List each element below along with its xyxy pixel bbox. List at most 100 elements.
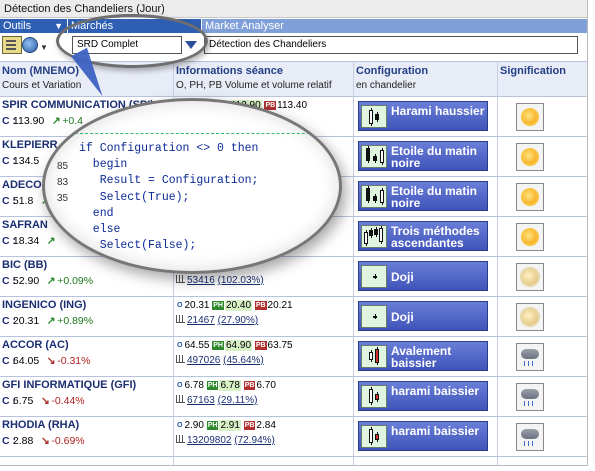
col-header-name[interactable]: Nom (MNEMO) Cours et Variation	[2, 65, 81, 91]
candle-body	[369, 352, 373, 360]
stock-name[interactable]: RHODIA (RHA)	[2, 419, 172, 431]
stock-name[interactable]: ACCOR (AC)	[2, 339, 172, 351]
table-row[interactable]: GFI INFORMATIQUE (GFI) C : 6.75 ↘ -0.44% O 6.…	[0, 377, 587, 417]
table-row[interactable]: INGENICO (ING) C : 20.31 ↗ +0.89% O 20.31 PH 2…	[0, 297, 587, 337]
signal-cell[interactable]	[516, 263, 544, 291]
volume-line: 13209802 (72.94%)	[176, 435, 352, 446]
signal-cell[interactable]	[516, 223, 544, 251]
high-value: 20.40	[225, 300, 253, 311]
open-value: 6.78	[184, 380, 204, 391]
sun-icon	[523, 110, 537, 124]
main-window: Détection des Chandeliers (Jour) Outils …	[0, 0, 588, 466]
clipped-value: 35	[57, 193, 69, 204]
candle-body	[375, 394, 379, 400]
volume-icon	[176, 395, 185, 403]
col-config-title: Configuration	[356, 65, 429, 77]
candle-pattern-badge[interactable]: Etoile du matin noire	[358, 141, 488, 171]
volume-line: 497026 (45.64%)	[176, 355, 352, 366]
candle-pattern-badge[interactable]: Doji	[358, 301, 488, 331]
analyser-field[interactable]: Détection des Chandeliers	[204, 36, 578, 54]
session-info: O 64.55 PH 64.90 PB 63.75 497026 (45.64%)	[176, 340, 352, 366]
stock-name[interactable]: GFI INFORMATIQUE (GFI)	[2, 379, 172, 391]
volume-relative[interactable]: (102.03%)	[218, 275, 264, 286]
stock-cell[interactable]: ACCOR (AC) C : 64.05 ↘ -0.31%	[2, 339, 172, 367]
signal-cell[interactable]	[516, 423, 544, 451]
signal-cell[interactable]	[516, 183, 544, 211]
volume-value[interactable]: 497026	[187, 355, 220, 366]
low-tag: PB	[254, 341, 267, 350]
window-title: Détection des Chandeliers (Jour)	[0, 0, 587, 18]
candle-body	[375, 114, 379, 120]
table-row[interactable]: RHODIA (RHA) C : 2.88 ↘ -0.69% O 2.90 PH 2.91 …	[0, 417, 587, 457]
signal-cell[interactable]	[516, 103, 544, 131]
candlestick-icon	[361, 185, 387, 208]
candle-pattern-badge[interactable]: harami baissier	[358, 381, 488, 411]
candle-pattern-badge[interactable]: Trois méthodes ascendantes	[358, 221, 488, 251]
open-value: 64.55	[184, 340, 210, 351]
close-tag: C :	[2, 115, 16, 127]
candlestick-icon	[361, 305, 387, 328]
volume-relative[interactable]: (45.64%)	[223, 355, 264, 366]
candlestick-icon	[361, 145, 387, 168]
volume-value[interactable]: 21467	[187, 315, 215, 326]
candle-pattern-badge[interactable]: harami baissier	[358, 421, 488, 451]
globe-dropdown-icon[interactable]: ▼	[40, 43, 48, 52]
low-value: 63.75	[267, 340, 293, 351]
pattern-label: Avalement baissier	[391, 344, 452, 370]
volume-relative[interactable]: (27.90%)	[218, 315, 259, 326]
sun-icon	[523, 150, 537, 164]
arrow-up-icon: ↗	[46, 275, 56, 287]
candle-pattern-badge[interactable]: Doji	[358, 261, 488, 291]
globe-icon[interactable]	[22, 37, 38, 53]
stock-name[interactable]: INGENICO (ING)	[2, 299, 172, 311]
signal-cell[interactable]	[516, 343, 544, 371]
variation-value: -0.44%	[51, 395, 85, 407]
low-value: 2.84	[256, 420, 276, 431]
volume-icon	[176, 275, 185, 283]
signal-cell[interactable]	[516, 303, 544, 331]
low-tag: PB	[243, 381, 256, 390]
candle-body	[369, 110, 373, 124]
candle-pattern-badge[interactable]: Avalement baissier	[358, 341, 488, 371]
high-value: 6.78	[219, 380, 241, 391]
table-row[interactable]: BIC (BB)C : 52.90↗+0.09%O PH PB52.855341…	[0, 257, 587, 297]
rain-cloud-icon	[521, 429, 539, 446]
open-tag: O	[177, 422, 183, 429]
variation-value: -0.69%	[51, 435, 85, 447]
stock-cell[interactable]: INGENICO (ING) C : 20.31 ↗ +0.89%	[2, 299, 172, 327]
candle-body	[373, 196, 377, 201]
arrow-up-icon: ↗	[51, 115, 61, 127]
low-value: 20.21	[267, 300, 293, 311]
close-value: 20.31	[12, 315, 40, 327]
stock-cell[interactable]: GFI INFORMATIQUE (GFI) C : 6.75 ↘ -0.44%	[2, 379, 172, 407]
high-value: 2.91	[219, 420, 241, 431]
table-row[interactable]: ACCOR (AC) C : 64.05 ↘ -0.31% O 64.55 PH 64.90…	[0, 337, 587, 377]
outils-menu[interactable]: Outils ▼	[0, 19, 67, 33]
open-tag: O	[177, 302, 183, 309]
book-icon[interactable]	[2, 36, 22, 54]
pattern-label: Doji	[391, 270, 414, 284]
signal-cell[interactable]	[516, 383, 544, 411]
code-line: Select(True);	[79, 190, 190, 204]
stock-price: C : 52.90 ↗ +0.09%	[2, 275, 172, 287]
candle-body	[375, 434, 379, 440]
volume-relative[interactable]: (29.11%)	[218, 395, 258, 406]
stock-cell[interactable]: RHODIA (RHA) C : 2.88 ↘ -0.69%	[2, 419, 172, 447]
code-magnifier: if Configuration <> 0 then begin Result …	[42, 98, 342, 274]
col-header-info[interactable]: Informations séance O, PH, PB Volume et …	[176, 65, 332, 91]
candle-pattern-badge[interactable]: Harami haussier	[358, 101, 488, 131]
volume-value[interactable]: 53416	[187, 275, 215, 286]
col-header-config[interactable]: Configuration en chandelier	[356, 65, 428, 91]
col-header-signification[interactable]: Signification	[500, 65, 566, 77]
candle-body	[373, 316, 377, 318]
candle-pattern-badge[interactable]: Etoile du matin noire	[358, 181, 488, 211]
outils-label: Outils	[3, 20, 32, 32]
variation-value: +0.09%	[57, 275, 94, 287]
volume-relative[interactable]: (72.94%)	[234, 435, 275, 446]
signal-cell[interactable]	[516, 143, 544, 171]
close-value: 51.8	[12, 195, 34, 207]
volume-value[interactable]: 67163	[187, 395, 215, 406]
col-info-title: Informations séance	[176, 65, 283, 77]
close-tag: C :	[2, 155, 16, 167]
volume-value[interactable]: 13209802	[187, 435, 232, 446]
